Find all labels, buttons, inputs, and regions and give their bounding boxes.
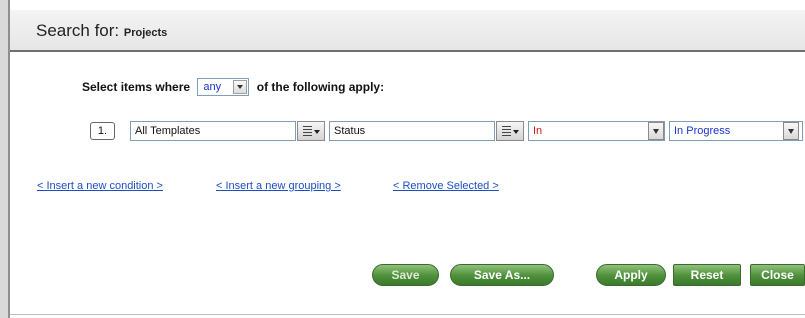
criteria-line: Select items where any of the following …: [82, 78, 384, 98]
header-title-text: Search for:: [36, 21, 120, 40]
chevron-down-icon[interactable]: [648, 122, 664, 140]
template-field[interactable]: All Templates: [130, 121, 296, 141]
criteria-suffix: of the following apply:: [256, 80, 385, 94]
insert-condition-link[interactable]: < Insert a new condition >: [37, 180, 163, 192]
criteria-prefix: Select items where: [82, 80, 191, 94]
match-select-value: any: [203, 81, 222, 93]
list-icon: [502, 126, 511, 136]
save-button[interactable]: Save: [372, 264, 439, 286]
match-select[interactable]: any: [197, 78, 250, 96]
page-title: Search for: Projects: [36, 21, 167, 41]
panel-bottom-border: [10, 314, 805, 315]
attribute-field[interactable]: Status: [329, 121, 495, 141]
remove-selected-link[interactable]: < Remove Selected >: [393, 180, 499, 192]
panel-header: Search for: Projects: [10, 10, 805, 52]
chevron-down-icon: [513, 130, 519, 134]
apply-button[interactable]: Apply: [596, 264, 666, 286]
condition-number: 1.: [90, 122, 115, 140]
chevron-down-icon: [314, 130, 320, 134]
reset-button[interactable]: Reset: [673, 264, 741, 286]
operator-select[interactable]: In: [528, 121, 665, 141]
chevron-down-icon[interactable]: [233, 80, 248, 94]
insert-grouping-link[interactable]: < Insert a new grouping >: [216, 180, 341, 192]
header-subtitle: Projects: [123, 27, 168, 39]
save-as-button[interactable]: Save As...: [450, 264, 554, 286]
template-picker-button[interactable]: [297, 121, 325, 141]
chevron-down-icon[interactable]: [783, 122, 799, 140]
window-frame-left: [0, 0, 8, 318]
close-button[interactable]: Close: [750, 264, 805, 286]
attribute-picker-button[interactable]: [496, 121, 524, 141]
list-icon: [303, 126, 312, 136]
